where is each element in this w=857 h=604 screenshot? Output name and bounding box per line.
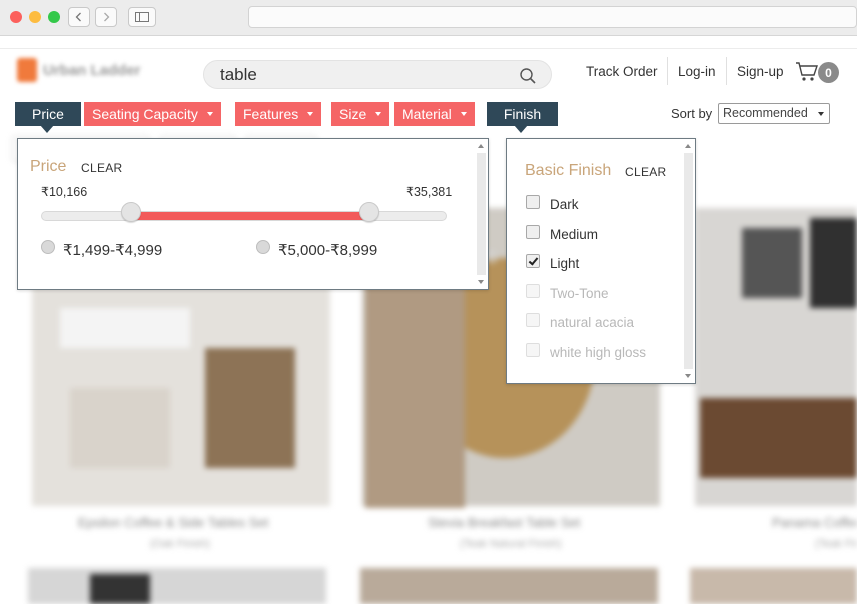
product-name-3: Panama Coffee Table: [772, 515, 857, 530]
finish-checkbox: [526, 343, 540, 357]
caret-down-icon: [206, 112, 213, 116]
address-bar[interactable]: [248, 6, 857, 28]
price-range-label-1: ₹1,499-₹4,999: [63, 242, 163, 259]
finish-option-label: Dark: [550, 197, 579, 212]
track-order-link[interactable]: Track Order: [586, 64, 658, 79]
finish-panel-title: Basic Finish: [525, 162, 612, 179]
header-divider: [726, 57, 727, 85]
price-panel-title: Price: [30, 158, 67, 175]
scroll-up-icon[interactable]: [478, 144, 484, 148]
price-slider-max-handle[interactable]: [358, 202, 379, 222]
finish-option-label: Medium: [550, 227, 599, 242]
price-slider-range: [132, 212, 370, 220]
price-slider-track[interactable]: [41, 211, 447, 221]
finish-filter-panel: Basic Finish CLEAR Dark Medium Light Two-To…: [506, 138, 696, 384]
caret-down-icon: [375, 112, 382, 116]
maximize-window-button[interactable]: [48, 11, 60, 23]
chevron-left-icon: [75, 12, 81, 22]
finish-panel-scrollbar[interactable]: [682, 139, 695, 383]
scroll-track[interactable]: [477, 153, 486, 275]
finish-pointer: [514, 125, 528, 133]
close-window-button[interactable]: [10, 11, 22, 23]
scroll-down-icon[interactable]: [685, 374, 691, 378]
product-finish-3: (Teak Finish): [815, 538, 857, 550]
finish-checkbox: [526, 284, 540, 298]
browser-toolbar: [0, 0, 857, 36]
site-header: Urban Ladder Track Order Log-in Sign-up …: [0, 48, 857, 98]
filter-size-button[interactable]: Size: [331, 102, 390, 126]
signup-link[interactable]: Sign-up: [737, 64, 784, 79]
scroll-down-icon[interactable]: [478, 280, 484, 284]
product-name-2: Stevia Breakfast Table Set: [428, 515, 581, 530]
logo-mark-icon: [17, 58, 37, 82]
finish-option-label: natural acacia: [550, 315, 635, 330]
price-min-label: ₹10,166: [41, 185, 88, 199]
chevron-right-icon: [104, 12, 110, 22]
scroll-track[interactable]: [684, 153, 693, 369]
filter-features-button[interactable]: Features: [235, 102, 322, 126]
finish-checkbox[interactable]: [526, 195, 540, 209]
scroll-up-icon[interactable]: [685, 144, 691, 148]
finish-option-label: Light: [550, 256, 580, 271]
finish-checkbox: [526, 313, 540, 327]
cart-count-badge: 0: [818, 62, 839, 83]
price-max-label: ₹35,381: [406, 185, 453, 199]
browser-forward-button[interactable]: [95, 7, 117, 27]
finish-checkbox[interactable]: [526, 254, 540, 268]
sort-select[interactable]: Recommended: [718, 103, 830, 124]
price-filter-panel: Price CLEAR ₹10,166 ₹35,381 ₹1,499-₹4,99…: [17, 138, 489, 290]
filter-price-button[interactable]: Price: [15, 102, 81, 126]
finish-option-label: Two-Tone: [550, 286, 609, 301]
filter-seating-capacity-button[interactable]: Seating Capacity: [84, 102, 221, 126]
product-finish-1: (Oak Finish): [150, 538, 210, 550]
login-link[interactable]: Log-in: [678, 64, 716, 79]
site-logo[interactable]: Urban Ladder: [17, 57, 162, 83]
minimize-window-button[interactable]: [29, 11, 41, 23]
caret-down-icon: [818, 112, 824, 116]
filter-finish-button[interactable]: Finish: [487, 102, 558, 126]
search-input[interactable]: [220, 64, 500, 86]
header-divider: [667, 57, 668, 85]
finish-clear-button[interactable]: CLEAR: [625, 165, 667, 179]
price-panel-scrollbar[interactable]: [475, 139, 488, 289]
finish-option-label: white high gloss: [550, 345, 647, 360]
search-box: [203, 60, 552, 89]
sort-by-label: Sort by: [671, 106, 713, 121]
product-name-1: Epsilon Coffee & Side Tables Set: [78, 515, 269, 530]
search-icon[interactable]: [519, 67, 537, 85]
sidebar-icon: [135, 12, 149, 22]
price-range-radio-2[interactable]: [256, 240, 270, 254]
cart-icon[interactable]: [795, 61, 819, 83]
price-range-label-2: ₹5,000-₹8,999: [278, 242, 378, 259]
price-range-radio-1[interactable]: [41, 240, 55, 254]
caret-down-icon: [307, 112, 314, 116]
price-pointer: [40, 125, 54, 133]
product-finish-2: (Teak Natural Finish): [460, 538, 562, 550]
sidebar-toggle-button[interactable]: [128, 7, 156, 27]
price-clear-button[interactable]: CLEAR: [81, 161, 123, 175]
caret-down-icon: [460, 112, 467, 116]
browser-back-button[interactable]: [68, 7, 90, 27]
filter-material-button[interactable]: Material: [394, 102, 475, 126]
price-slider-min-handle[interactable]: [121, 202, 142, 222]
finish-checkbox[interactable]: [526, 225, 540, 239]
